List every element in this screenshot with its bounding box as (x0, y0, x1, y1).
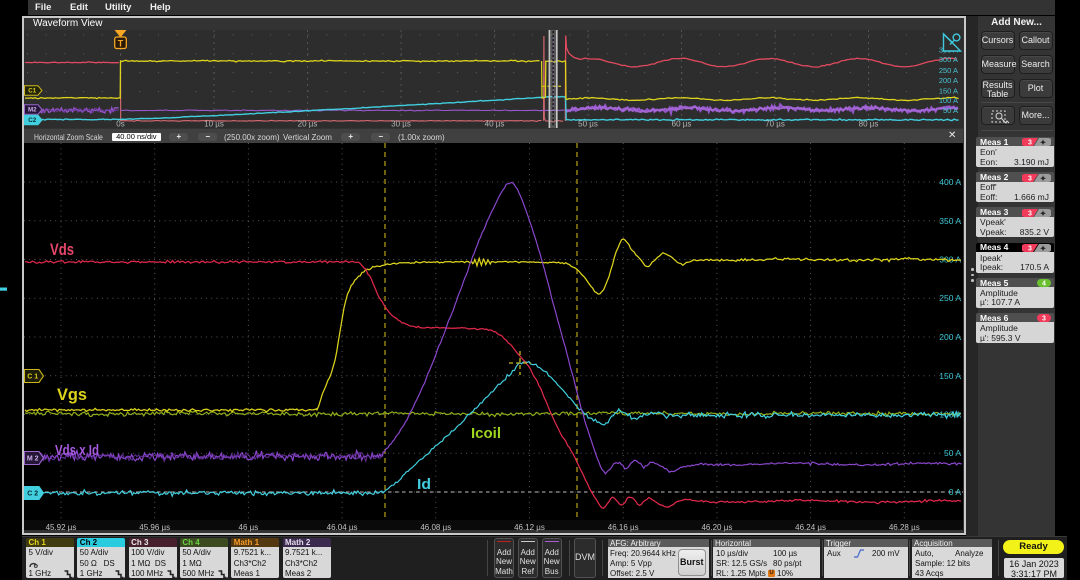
svg-text:3: 3 (1028, 140, 1032, 147)
svg-text:4: 4 (1042, 281, 1046, 288)
svg-text:✦: ✦ (1039, 209, 1046, 217)
svg-text:3: 3 (1028, 245, 1032, 252)
svg-text:3: 3 (1028, 210, 1032, 217)
svg-text:✦: ✦ (1039, 138, 1046, 146)
svg-text:✦: ✦ (1039, 174, 1046, 182)
svg-text:✦: ✦ (1039, 244, 1046, 252)
svg-text:3: 3 (1042, 316, 1046, 323)
svg-text:3: 3 (1028, 175, 1032, 182)
